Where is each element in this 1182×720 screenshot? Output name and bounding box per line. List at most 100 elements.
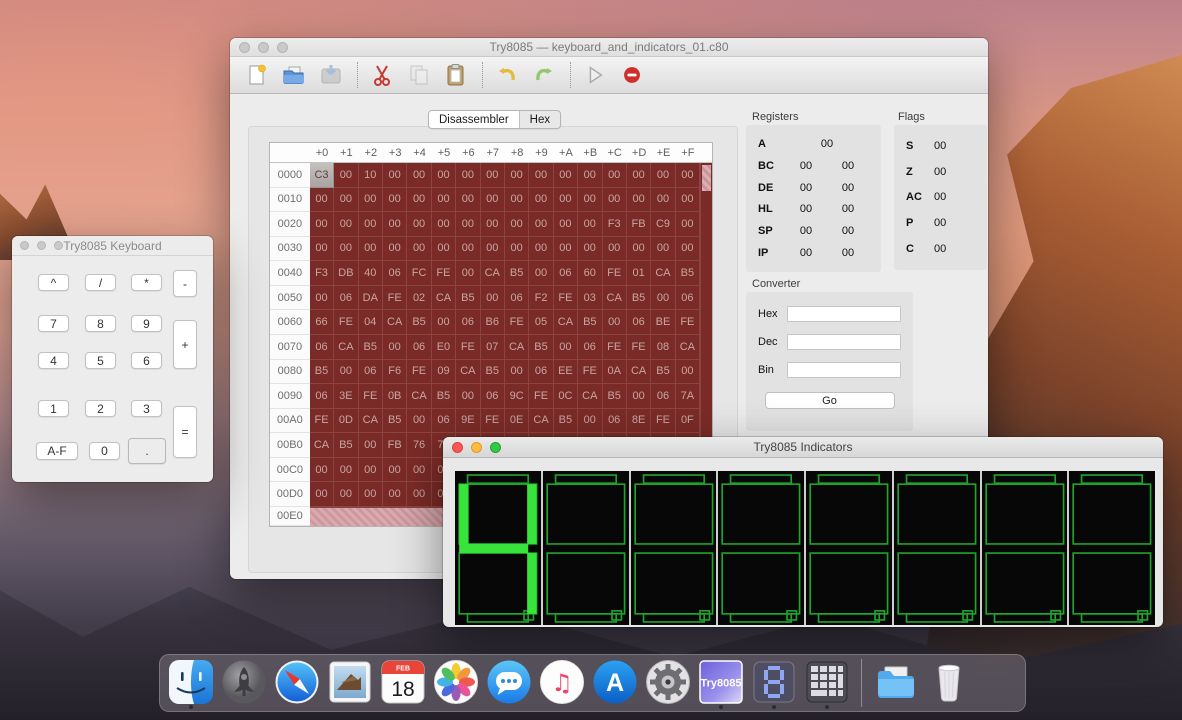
key-1[interactable]: 1 [38, 400, 69, 417]
hex-cell[interactable]: 00 [432, 188, 456, 213]
hex-cell[interactable]: B5 [651, 360, 675, 385]
hex-cell[interactable]: CA [310, 433, 334, 458]
hex-cell[interactable]: 00 [651, 163, 675, 188]
hex-cell[interactable]: 00 [651, 188, 675, 213]
main-window-titlebar[interactable]: Try8085 — keyboard_and_indicators_01.c80 [230, 38, 988, 57]
hex-cell[interactable]: CA [505, 335, 529, 360]
hex-cell[interactable]: 00 [554, 163, 578, 188]
dock-finder[interactable] [167, 657, 215, 709]
hex-cell[interactable]: 00 [627, 188, 651, 213]
hex-cell[interactable]: 00 [529, 188, 553, 213]
hex-cell[interactable]: 00 [554, 212, 578, 237]
dock-launchpad[interactable] [220, 657, 268, 709]
hex-cell[interactable]: 06 [651, 384, 675, 409]
hex-cell[interactable]: 00 [456, 384, 480, 409]
hex-cell[interactable]: C3 [310, 163, 334, 188]
hex-cell[interactable]: CA [627, 360, 651, 385]
hex-cell[interactable]: 00 [676, 237, 700, 262]
hex-cell[interactable]: FE [456, 335, 480, 360]
hex-cell[interactable]: 00 [407, 458, 431, 483]
hex-cell[interactable]: F3 [310, 261, 334, 286]
paste-button[interactable] [441, 62, 471, 88]
hex-cell[interactable]: 06 [310, 335, 334, 360]
hex-cell[interactable]: FE [676, 310, 700, 335]
hex-cell[interactable]: 06 [627, 310, 651, 335]
hex-cell[interactable]: 00 [383, 482, 407, 507]
copy-button[interactable] [404, 62, 434, 88]
hex-cell[interactable]: 00 [505, 188, 529, 213]
hex-cell[interactable]: 00 [432, 310, 456, 335]
undo-button[interactable] [492, 62, 522, 88]
hex-cell[interactable]: 00 [603, 188, 627, 213]
hex-scrollbar-thumb[interactable] [702, 165, 711, 191]
hex-cell[interactable]: 00 [529, 261, 553, 286]
hex-cell[interactable]: CA [578, 384, 602, 409]
hex-cell[interactable]: E0 [432, 335, 456, 360]
hex-cell[interactable]: B5 [334, 433, 358, 458]
hex-cell[interactable]: 3E [334, 384, 358, 409]
hex-cell[interactable]: 00 [603, 237, 627, 262]
hex-cell[interactable]: FE [627, 335, 651, 360]
hex-cell[interactable]: CA [554, 310, 578, 335]
dec-input[interactable] [787, 334, 901, 350]
hex-cell[interactable]: 00 [334, 237, 358, 262]
hex-cell[interactable]: 06 [529, 360, 553, 385]
hex-cell[interactable]: 00 [359, 212, 383, 237]
key-7[interactable]: 7 [38, 315, 69, 332]
hex-cell[interactable]: 0D [334, 409, 358, 434]
indicators-titlebar[interactable]: Try8085 Indicators [443, 437, 1163, 458]
hex-cell[interactable]: CA [456, 360, 480, 385]
hex-cell[interactable]: 09 [432, 360, 456, 385]
hex-cell[interactable]: 06 [603, 409, 627, 434]
hex-cell[interactable]: 00 [383, 237, 407, 262]
hex-cell[interactable]: 00 [334, 482, 358, 507]
hex-cell[interactable]: FE [407, 360, 431, 385]
go-button[interactable]: Go [765, 392, 895, 409]
hex-cell[interactable]: 00 [505, 163, 529, 188]
hex-cell[interactable]: CA [676, 335, 700, 360]
hex-cell[interactable]: 00 [505, 237, 529, 262]
hex-cell[interactable]: 01 [627, 261, 651, 286]
tab-hex[interactable]: Hex [519, 111, 560, 128]
hex-cell[interactable]: 0C [554, 384, 578, 409]
hex-cell[interactable]: FE [529, 384, 553, 409]
hex-cell[interactable]: FE [578, 360, 602, 385]
hex-cell[interactable]: 60 [578, 261, 602, 286]
hex-cell[interactable]: 06 [578, 335, 602, 360]
hex-cell[interactable]: 8E [627, 409, 651, 434]
hex-cell[interactable]: 00 [310, 212, 334, 237]
key-6[interactable]: 6 [131, 352, 162, 369]
hex-cell[interactable]: CA [383, 310, 407, 335]
hex-cell[interactable]: 00 [578, 163, 602, 188]
dock-photos[interactable] [432, 657, 480, 709]
hex-cell[interactable]: 0A [603, 360, 627, 385]
hex-cell[interactable]: 00 [432, 237, 456, 262]
hex-cell[interactable]: 00 [456, 261, 480, 286]
hex-cell[interactable]: FE [481, 409, 505, 434]
key-0[interactable]: 0 [89, 442, 120, 460]
key-8[interactable]: 8 [85, 315, 116, 332]
open-file-button[interactable] [279, 62, 309, 88]
hex-cell[interactable]: CA [481, 261, 505, 286]
hex-cell[interactable]: 06 [554, 261, 578, 286]
dock-music[interactable]: ♫ [538, 657, 586, 709]
hex-cell[interactable]: 00 [603, 310, 627, 335]
hex-cell[interactable]: B5 [456, 286, 480, 311]
dock-system-preferences[interactable] [644, 657, 692, 709]
hex-cell[interactable]: 00 [359, 237, 383, 262]
hex-cell[interactable]: 00 [456, 163, 480, 188]
hex-cell[interactable]: 00 [554, 188, 578, 213]
hex-cell[interactable]: 06 [505, 286, 529, 311]
dock-indicators-7seg[interactable] [750, 657, 798, 709]
dock-try8085[interactable]: Try8085 [697, 657, 745, 709]
key-plus[interactable]: + [173, 320, 197, 369]
dock-app-store[interactable]: A [591, 657, 639, 709]
hex-cell[interactable]: 76 [407, 433, 431, 458]
hex-cell[interactable]: 00 [627, 163, 651, 188]
hex-cell[interactable]: 00 [383, 212, 407, 237]
hex-cell[interactable]: 00 [456, 237, 480, 262]
hex-cell[interactable]: 9C [505, 384, 529, 409]
hex-cell[interactable]: 0F [676, 409, 700, 434]
new-file-button[interactable] [242, 62, 272, 88]
hex-cell[interactable]: 00 [407, 237, 431, 262]
